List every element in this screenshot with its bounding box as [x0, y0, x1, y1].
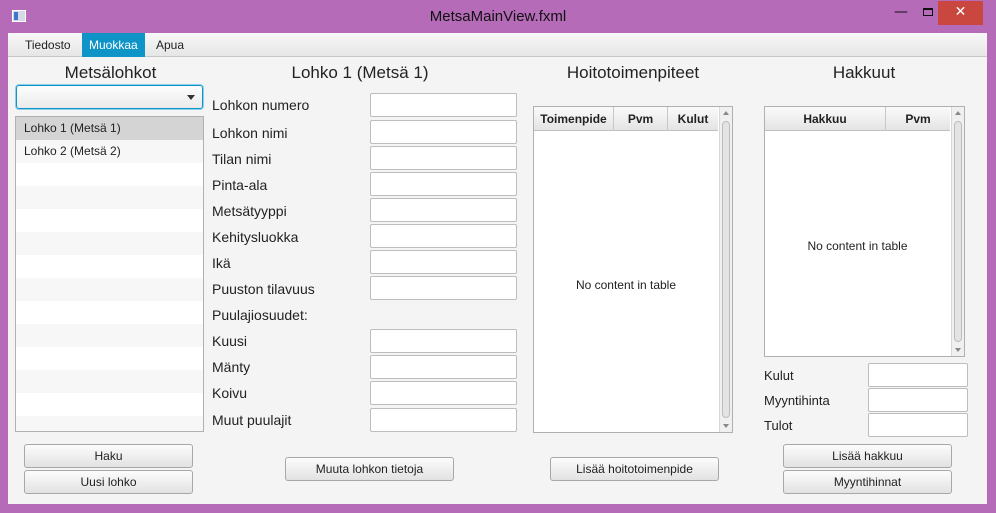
title-bar[interactable]: MetsaMainView.fxml — ✕	[0, 0, 996, 33]
field-label: Ikä	[212, 255, 231, 271]
empty-table-message: No content in table	[807, 239, 908, 253]
list-item-empty	[16, 163, 203, 186]
field-label: Puuston tilavuus	[212, 281, 315, 297]
list-item-empty	[16, 416, 203, 431]
empty-table-message: No content in table	[575, 278, 677, 292]
tulot-label: Tulot	[764, 418, 793, 433]
kehitysluokka-input[interactable]	[370, 224, 517, 248]
maximize-icon	[923, 8, 933, 16]
lisaa-hakkuu-button[interactable]: Lisää hakkuu	[783, 444, 952, 468]
field-label: Kehitysluokka	[212, 229, 299, 245]
puuston-tilavuus-input[interactable]	[370, 276, 517, 300]
scroll-up-icon[interactable]	[723, 111, 729, 115]
list-item-empty	[16, 278, 203, 301]
kuusi-input[interactable]	[370, 329, 517, 353]
list-item-empty	[16, 370, 203, 393]
muuta-lohkon-tietoja-button[interactable]: Muuta lohkon tietoja	[285, 457, 454, 481]
hoitotoimenpiteet-title: Hoitotoimenpiteet	[566, 63, 700, 82]
lohko-title: Lohko 1 (Metsä 1)	[291, 63, 429, 82]
lisaa-hoitotoimenpide-button[interactable]: Lisää hoitotoimenpide	[550, 457, 719, 481]
close-button[interactable]: ✕	[938, 1, 983, 25]
list-item-empty	[16, 186, 203, 209]
menu-muokkaa[interactable]: Muokkaa	[82, 33, 145, 57]
field-label: Lohkon numero	[212, 97, 310, 113]
menu-bar: Tiedosto Muokkaa Apua	[8, 33, 987, 57]
puulajiosuudet-heading: Puulajiosuudet:	[212, 307, 308, 323]
list-item-empty	[16, 209, 203, 232]
table-header: Hakkuu Pvm	[765, 107, 950, 131]
scroll-down-icon[interactable]	[723, 424, 729, 428]
tulot-input[interactable]	[868, 413, 968, 437]
field-label: Tilan nimi	[212, 151, 272, 167]
hakkuut-title: Hakkuut	[832, 63, 896, 82]
column-header[interactable]: Pvm	[886, 107, 950, 131]
scrollbar-thumb[interactable]	[954, 121, 962, 342]
list-item-empty	[16, 324, 203, 347]
scrollbar-thumb[interactable]	[722, 121, 730, 418]
column-header[interactable]: Kulut	[668, 107, 718, 131]
field-label: Lohkon nimi	[212, 125, 288, 141]
metsalohkot-title: Metsälohkot	[64, 63, 157, 82]
client-area: Tiedosto Muokkaa Apua Metsälohkot Lohko …	[8, 33, 987, 504]
hoitotoimenpiteet-table[interactable]: Toimenpide Pvm Kulut No content in table	[533, 106, 733, 433]
field-label: Koivu	[212, 385, 248, 401]
kulut-label: Kulut	[764, 368, 794, 383]
list-item[interactable]: Lohko 1 (Metsä 1)	[16, 117, 203, 140]
list-item-empty	[16, 255, 203, 278]
lohkon-numero-input[interactable]	[370, 93, 517, 117]
menu-tiedosto[interactable]: Tiedosto	[17, 33, 79, 57]
metsa-combo-box[interactable]	[16, 85, 203, 109]
app-window: MetsaMainView.fxml — ✕ Tiedosto Muokkaa …	[0, 0, 996, 513]
field-label: Kuusi	[212, 333, 248, 349]
menu-apua[interactable]: Apua	[148, 33, 192, 57]
field-label: Metsätyyppi	[212, 203, 287, 219]
haku-button[interactable]: Haku	[24, 444, 193, 468]
vertical-scrollbar[interactable]	[951, 107, 964, 356]
chevron-down-icon	[187, 95, 195, 100]
tilan-nimi-input[interactable]	[370, 146, 517, 170]
manty-input[interactable]	[370, 355, 517, 379]
column-header[interactable]: Toimenpide	[534, 107, 614, 131]
lohkon-nimi-input[interactable]	[370, 120, 517, 144]
pinta-ala-input[interactable]	[370, 172, 517, 196]
hakkuut-table[interactable]: Hakkuu Pvm No content in table	[764, 106, 965, 357]
koivu-input[interactable]	[370, 381, 517, 405]
myyntihinta-label: Myyntihinta	[764, 393, 830, 408]
muut-puulajit-input[interactable]	[370, 408, 517, 432]
myyntihinnat-button[interactable]: Myyntihinnat	[783, 470, 952, 494]
list-item-empty	[16, 301, 203, 324]
metsatyyppi-input[interactable]	[370, 198, 517, 222]
field-label: Mänty	[212, 359, 251, 375]
kulut-input[interactable]	[868, 363, 968, 387]
column-header[interactable]: Pvm	[614, 107, 668, 131]
list-item-empty	[16, 347, 203, 370]
myyntihinta-input[interactable]	[868, 388, 968, 412]
lohko-list[interactable]: Lohko 1 (Metsä 1) Lohko 2 (Metsä 2)	[15, 116, 204, 432]
vertical-scrollbar[interactable]	[719, 107, 732, 432]
ika-input[interactable]	[370, 250, 517, 274]
uusi-lohko-button[interactable]: Uusi lohko	[24, 470, 193, 494]
field-label: Pinta-ala	[212, 177, 268, 193]
field-label: Muut puulajit	[212, 412, 292, 428]
scroll-down-icon[interactable]	[955, 348, 961, 352]
column-header[interactable]: Hakkuu	[765, 107, 886, 131]
list-item[interactable]: Lohko 2 (Metsä 2)	[16, 140, 203, 163]
list-item-empty	[16, 393, 203, 416]
table-header: Toimenpide Pvm Kulut	[534, 107, 718, 131]
scroll-up-icon[interactable]	[955, 111, 961, 115]
window-title: MetsaMainView.fxml	[429, 8, 567, 25]
list-item-empty	[16, 232, 203, 255]
